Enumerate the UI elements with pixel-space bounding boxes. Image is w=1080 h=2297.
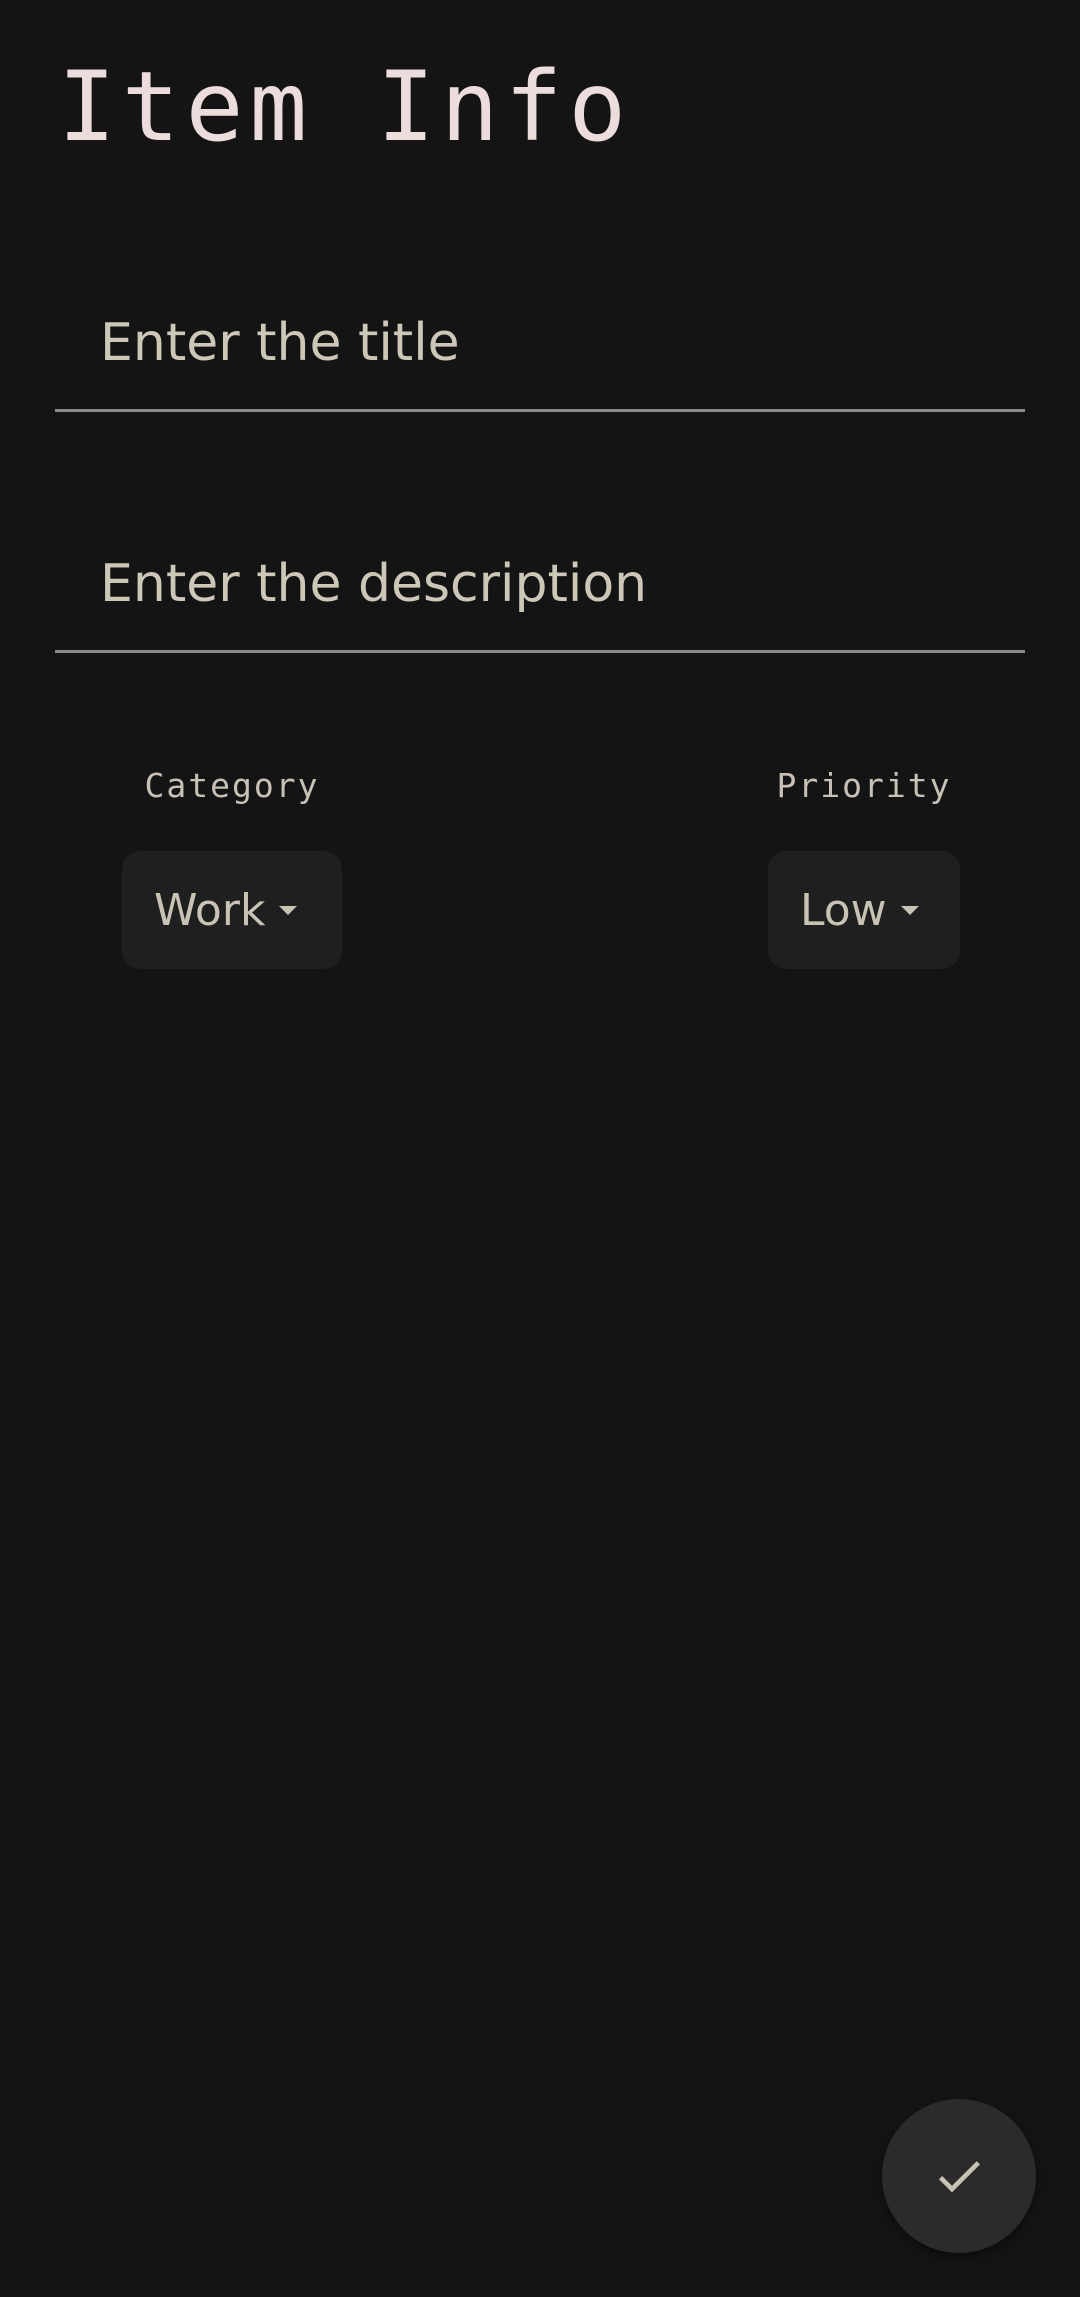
category-selector: Category Work: [122, 762, 342, 969]
save-button[interactable]: [882, 2099, 1036, 2253]
caret-down-icon: [900, 905, 919, 915]
title-field[interactable]: [55, 262, 1025, 412]
priority-dropdown[interactable]: Low: [768, 851, 960, 969]
priority-value: Low: [800, 884, 887, 936]
caret-down-icon: [279, 905, 298, 915]
priority-label: Priority: [776, 766, 952, 805]
page-title: Item Info: [58, 51, 633, 163]
priority-selector: Priority Low: [768, 762, 960, 969]
category-value: Work: [154, 884, 266, 936]
description-field[interactable]: [55, 503, 1025, 653]
category-dropdown[interactable]: Work: [122, 851, 342, 969]
category-label: Category: [144, 766, 320, 805]
check-icon: [931, 2148, 987, 2204]
description-input[interactable]: [100, 549, 1005, 619]
title-input[interactable]: [100, 308, 1005, 378]
